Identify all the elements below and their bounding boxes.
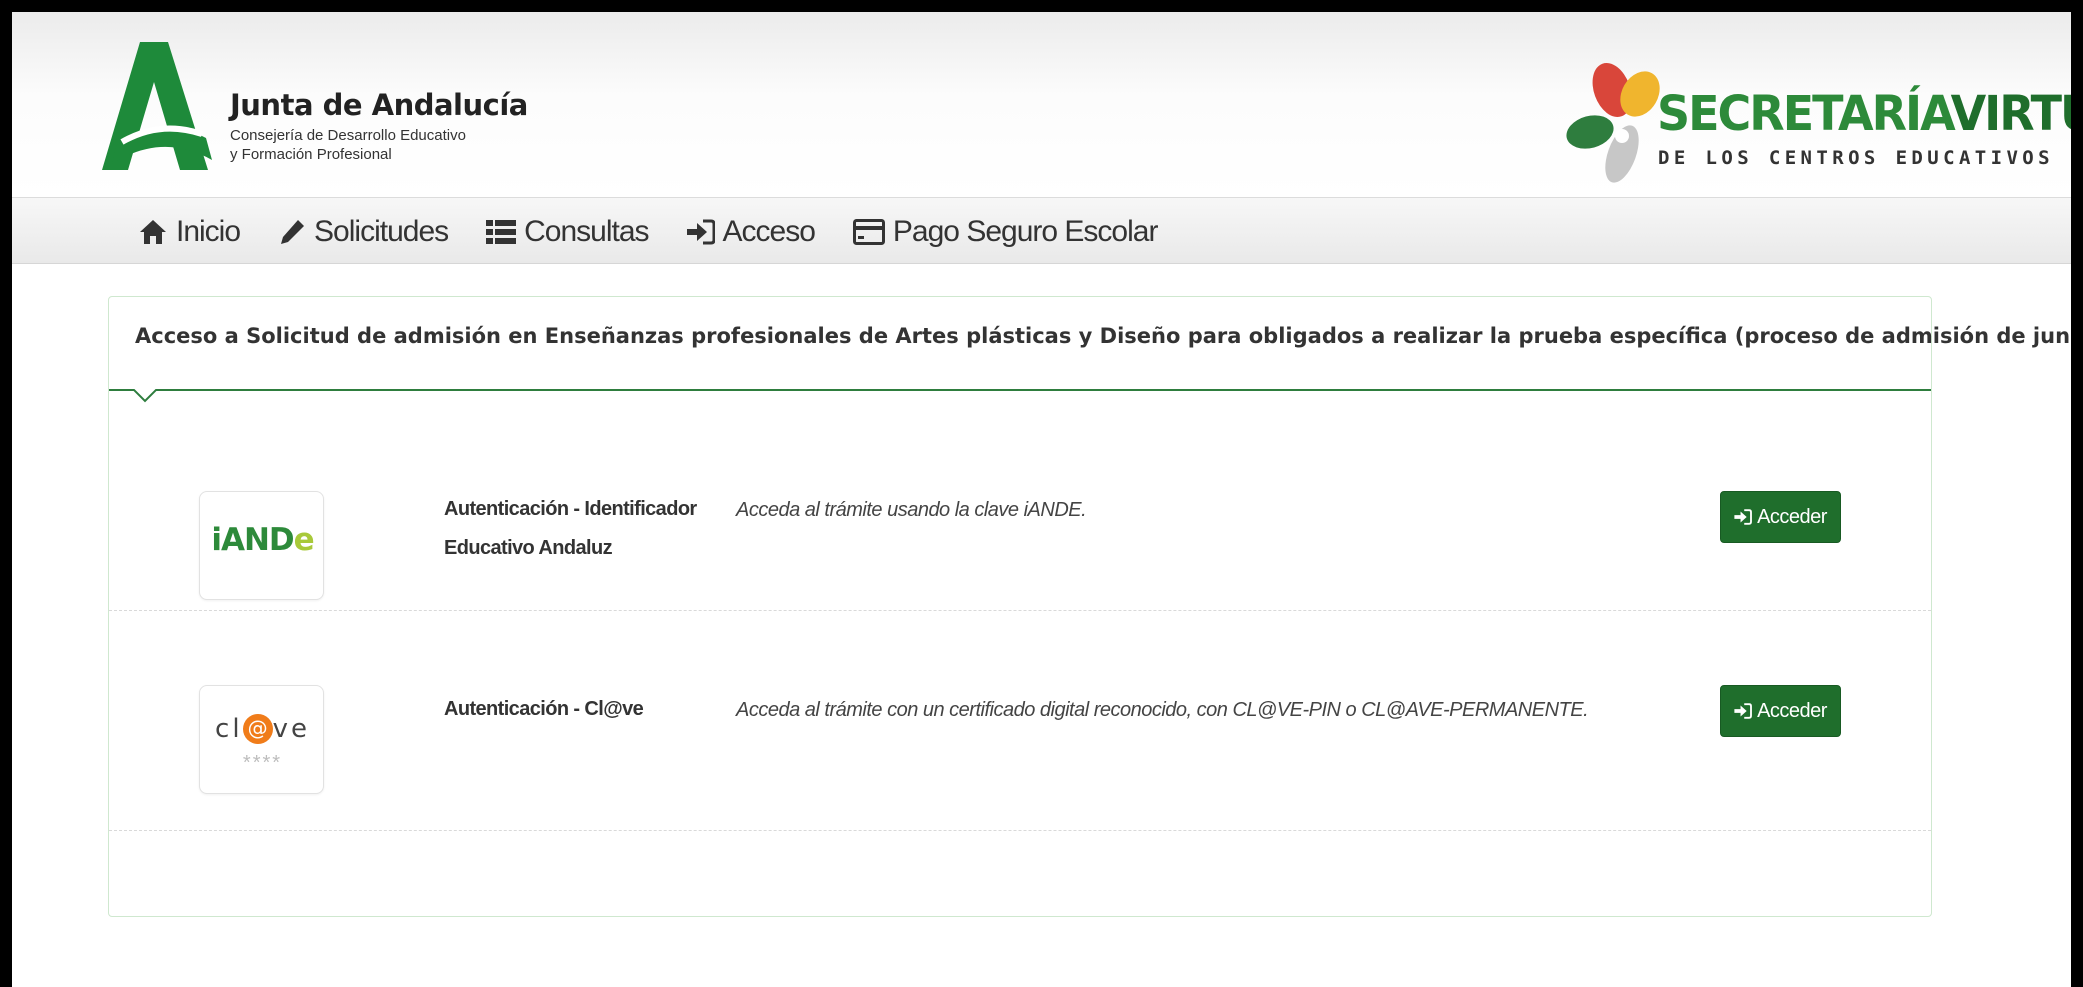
- nav-label: Pago Seguro Escolar: [892, 215, 1159, 248]
- button-label: Acceder: [1757, 699, 1827, 722]
- access-panel: Acceso a Solicitud de admisión en Enseña…: [108, 296, 2071, 917]
- acceder-iande-button[interactable]: Acceder: [1720, 491, 1841, 543]
- iande-logo: iANDe: [199, 491, 324, 600]
- auth-method-title: Autenticación - Cl@ve: [444, 690, 704, 729]
- clave-logo-at: @: [242, 714, 273, 744]
- org-subtitle: Consejería de Desarrollo Educativo y For…: [230, 126, 466, 164]
- auth-method-description: Acceda al trámite usando la clave iANDE.: [736, 499, 1087, 521]
- sign-in-icon: [686, 219, 715, 245]
- brand-title: SECRETARÍAVIRTUAL: [1657, 89, 2071, 137]
- nav-label: Acceso: [722, 215, 816, 248]
- nav-item-consultas[interactable]: Consultas: [486, 215, 650, 249]
- org-title: Junta de Andalucía: [230, 88, 528, 122]
- home-icon: [140, 220, 166, 244]
- auth-method-row: iANDe Autenticación - Identificador Educ…: [109, 391, 1931, 611]
- browser-frame: Junta de Andalucía Consejería de Desarro…: [12, 12, 2071, 987]
- nav-label: Consultas: [524, 215, 649, 248]
- auth-method-title-line2: Educativo Andaluz: [444, 537, 613, 559]
- org-subtitle-line1: Consejería de Desarrollo Educativo: [230, 127, 466, 144]
- list-icon: [486, 220, 517, 244]
- clave-logo-pre: cl: [215, 714, 243, 744]
- panel-title: Acceso a Solicitud de admisión en Enseña…: [135, 324, 2071, 348]
- nav-label: Inicio: [176, 215, 241, 248]
- nav-item-pago-seguro-escolar[interactable]: Pago Seguro Escolar: [852, 215, 1159, 249]
- brand-title-part1: SECRETARÍA: [1657, 84, 1953, 142]
- button-label: Acceder: [1757, 505, 1827, 528]
- auth-method-title-line1: Autenticación - Identificador: [444, 498, 697, 520]
- auth-method-title-line1: Autenticación - Cl@ve: [444, 698, 644, 720]
- nav-item-solicitudes[interactable]: Solicitudes: [278, 215, 449, 249]
- clave-logo-post: ve: [272, 714, 310, 744]
- auth-method-title: Autenticación - Identificador Educativo …: [444, 490, 704, 568]
- iande-logo-accent: e: [293, 522, 315, 558]
- panel-header: Acceso a Solicitud de admisión en Enseña…: [109, 297, 2071, 391]
- nav-item-acceso[interactable]: Acceso: [686, 215, 816, 249]
- clave-logo: cl @ ve ****: [199, 685, 324, 794]
- iande-logo-text: iAND: [211, 522, 294, 558]
- pencil-icon: [281, 220, 305, 244]
- sign-in-icon: [1734, 509, 1752, 525]
- main-nav: Inicio Solicitudes Consultas Acceso Pago…: [12, 198, 2071, 264]
- clave-logo-stars: ****: [242, 752, 283, 774]
- nav-item-inicio[interactable]: Inicio: [138, 215, 241, 249]
- org-subtitle-line2: y Formación Profesional: [230, 146, 392, 163]
- sign-in-icon: [1734, 703, 1752, 719]
- secretaria-virtual-logo[interactable]: [1560, 54, 1670, 184]
- acceder-clave-button[interactable]: Acceder: [1720, 685, 1841, 737]
- site-header: Junta de Andalucía Consejería de Desarro…: [12, 12, 2071, 198]
- brand-title-part2: VIRTUAL: [1950, 84, 2071, 142]
- junta-andalucia-logo[interactable]: [102, 42, 222, 170]
- brand-subtitle: DE LOS CENTROS EDUCATIVOS: [1658, 147, 2054, 169]
- auth-method-row: cl @ ve **** Autenticación - Cl@ve Acceda …: [109, 611, 1931, 831]
- credit-card-icon: [852, 219, 885, 245]
- auth-method-description: Acceda al trámite con un certificado dig…: [736, 699, 1589, 721]
- nav-label: Solicitudes: [314, 215, 449, 248]
